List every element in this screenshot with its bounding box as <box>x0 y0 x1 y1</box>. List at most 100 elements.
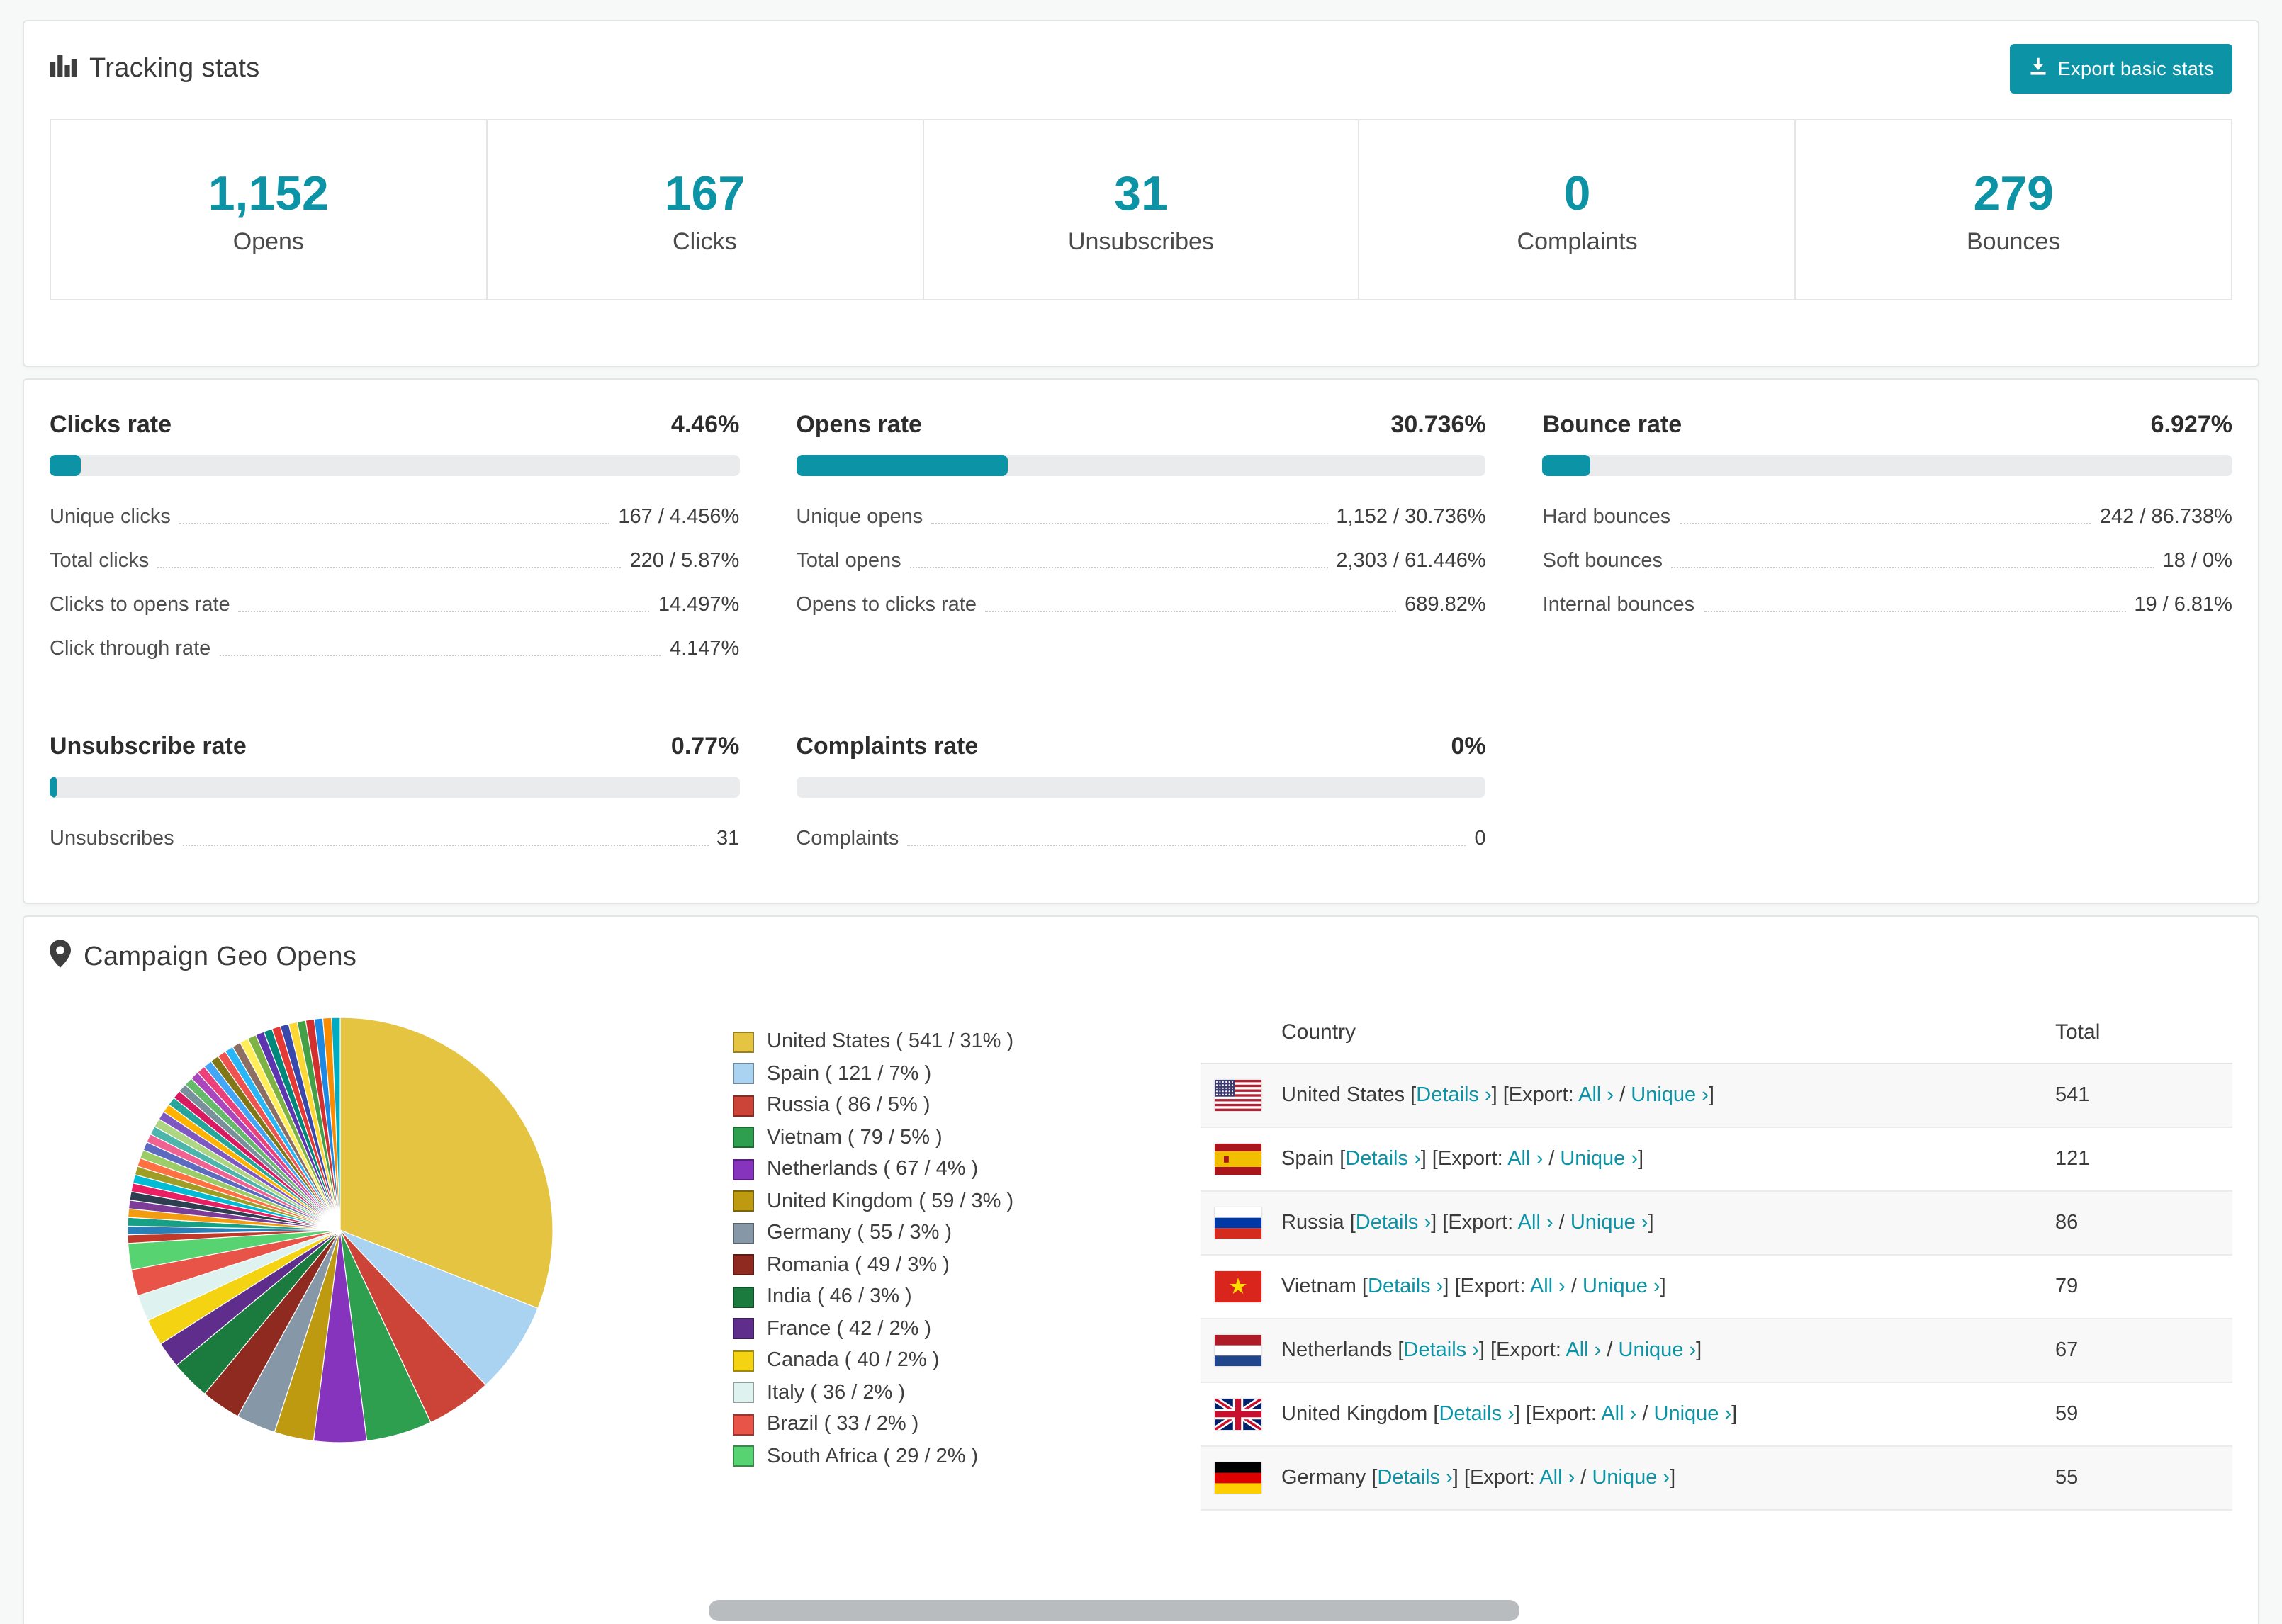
details-link[interactable]: Details › <box>1345 1148 1420 1171</box>
stat-box: 167 Clicks <box>485 119 924 300</box>
rate-percent: 30.736% <box>1390 411 1486 438</box>
legend-swatch <box>733 1254 754 1275</box>
stat-row: Click through rate 4.147% <box>50 626 739 670</box>
rate-panel: Clicks rate 4.46% Unique clicks 167 / 4.… <box>50 411 740 670</box>
stat-value: 279 <box>1973 167 2054 221</box>
stat-row-value: 18 / 0% <box>2162 549 2232 572</box>
dotted-leader <box>238 610 650 611</box>
export-unique-link[interactable]: Unique › <box>1592 1467 1670 1489</box>
legend-label: South Africa ( 29 / 2% ) <box>767 1445 979 1467</box>
legend-label: Canada ( 40 / 2% ) <box>767 1349 940 1372</box>
export-unique-link[interactable]: Unique › <box>1654 1403 1732 1426</box>
dotted-leader <box>984 610 1397 611</box>
legend-label: Italy ( 36 / 2% ) <box>767 1381 906 1404</box>
stat-value: 31 <box>1114 167 1168 221</box>
page: Tracking stats Export basic stats 1,152 … <box>0 0 2282 1624</box>
export-unique-link[interactable]: Unique › <box>1619 1339 1697 1362</box>
legend-item: France ( 42 / 2% ) <box>733 1317 1201 1340</box>
stat-row-label: Soft bounces <box>1542 549 1663 572</box>
export-all-link[interactable]: All › <box>1530 1275 1566 1298</box>
rate-percent: 0% <box>1451 733 1486 760</box>
legend-label: Spain ( 121 / 7% ) <box>767 1062 932 1085</box>
export-all-link[interactable]: All › <box>1518 1212 1553 1234</box>
geo-opens-title: Campaign Geo Opens <box>50 940 356 976</box>
rate-title: Complaints rate <box>796 733 979 760</box>
legend-item: Russia ( 86 / 5% ) <box>733 1094 1201 1117</box>
legend-swatch <box>733 1382 754 1403</box>
table-row: Spain [Details ›] [Export: All › / Uniqu… <box>1201 1128 2232 1192</box>
legend-item: Spain ( 121 / 7% ) <box>733 1062 1201 1085</box>
country-cell: Vietnam [Details ›] [Export: All › / Uni… <box>1281 1275 1666 1298</box>
stat-row-value: 14.497% <box>658 593 740 616</box>
country-name: Vietnam <box>1281 1275 1356 1298</box>
viewport: Tracking stats Export basic stats 1,152 … <box>0 0 2282 1624</box>
geo-table-rows: United States [Details ›] [Export: All ›… <box>1201 1064 2232 1511</box>
details-link[interactable]: Details › <box>1439 1403 1514 1426</box>
export-basic-stats-button[interactable]: Export basic stats <box>2009 44 2232 94</box>
stat-row: Internal bounces 19 / 6.81% <box>1543 582 2232 626</box>
stat-row: Opens to clicks rate 689.82% <box>796 582 1485 626</box>
legend-label: Netherlands ( 67 / 4% ) <box>767 1158 979 1180</box>
export-all-link[interactable]: All › <box>1507 1148 1543 1171</box>
legend-item: Romania ( 49 / 3% ) <box>733 1253 1201 1276</box>
bar-chart-icon <box>50 52 77 85</box>
legend-label: Brazil ( 33 / 2% ) <box>767 1413 919 1436</box>
stat-row-value: 0 <box>1474 827 1486 850</box>
country-column-header: Country <box>1281 1020 1356 1044</box>
export-unique-link[interactable]: Unique › <box>1583 1275 1660 1298</box>
pie-chart-svg <box>127 1017 553 1443</box>
dotted-leader <box>1703 610 2126 611</box>
stat-row-label: Unique opens <box>796 505 923 528</box>
export-all-link[interactable]: All › <box>1578 1084 1614 1107</box>
rate-title: Bounce rate <box>1542 411 1682 438</box>
stat-label: Unsubscribes <box>1067 228 1214 255</box>
stat-row-value: 167 / 4.456% <box>618 505 740 528</box>
export-unique-link[interactable]: Unique › <box>1570 1212 1648 1234</box>
rate-panel: Complaints rate 0% Complaints 0 <box>796 733 1486 860</box>
stat-row: Unique clicks 167 / 4.456% <box>50 495 739 538</box>
horizontal-scrollbar-thumb[interactable] <box>709 1600 1519 1621</box>
details-link[interactable]: Details › <box>1368 1275 1443 1298</box>
geo-body: United States ( 541 / 31% ) Spain ( 121 … <box>24 982 2258 1511</box>
country-cell: United States [Details ›] [Export: All ›… <box>1281 1084 1714 1107</box>
flag-icon-us <box>1215 1080 1261 1111</box>
export-all-link[interactable]: All › <box>1539 1467 1575 1489</box>
stat-value: 167 <box>664 167 746 221</box>
rate-percent: 4.46% <box>670 411 740 438</box>
progress-bar-fill <box>796 455 1008 476</box>
details-link[interactable]: Details › <box>1416 1084 1491 1107</box>
tracking-stats-title: Tracking stats <box>50 52 260 85</box>
legend-swatch <box>733 1445 754 1467</box>
dotted-leader <box>909 566 1328 568</box>
legend-swatch <box>733 1286 754 1307</box>
stat-label: Complaints <box>1517 228 1638 255</box>
stat-row-label: Unsubscribes <box>50 827 174 850</box>
geo-table: Country Total United States [Details ›] … <box>1201 985 2232 1511</box>
country-cell: Germany [Details ›] [Export: All › / Uni… <box>1281 1467 1676 1489</box>
rate-title: Unsubscribe rate <box>50 733 247 760</box>
legend-item: South Africa ( 29 / 2% ) <box>733 1445 1201 1467</box>
export-all-link[interactable]: All › <box>1601 1403 1636 1426</box>
country-total: 541 <box>2055 1084 2090 1107</box>
campaign-geo-opens-card: Campaign Geo Opens United States ( 541 /… <box>23 915 2259 1624</box>
dotted-leader <box>157 566 622 568</box>
country-total: 67 <box>2055 1339 2079 1362</box>
stat-row-value: 242 / 86.738% <box>2099 505 2232 528</box>
details-link[interactable]: Details › <box>1404 1339 1479 1362</box>
table-row: United States [Details ›] [Export: All ›… <box>1201 1064 2232 1128</box>
table-row: Vietnam [Details ›] [Export: All › / Uni… <box>1201 1256 2232 1319</box>
legend-swatch <box>733 1318 754 1339</box>
stat-row-value: 689.82% <box>1405 593 1486 616</box>
export-unique-link[interactable]: Unique › <box>1631 1084 1709 1107</box>
details-link[interactable]: Details › <box>1356 1212 1431 1234</box>
legend-label: Germany ( 55 / 3% ) <box>767 1222 952 1244</box>
legend-label: Vietnam ( 79 / 5% ) <box>767 1126 943 1149</box>
legend-swatch <box>733 1190 754 1212</box>
legend-swatch <box>733 1031 754 1052</box>
country-cell: Netherlands [Details ›] [Export: All › /… <box>1281 1339 1702 1362</box>
export-all-link[interactable]: All › <box>1566 1339 1601 1362</box>
stat-row-label: Internal bounces <box>1542 593 1695 616</box>
details-link[interactable]: Details › <box>1377 1467 1452 1489</box>
export-unique-link[interactable]: Unique › <box>1560 1148 1638 1171</box>
progress-bar <box>50 455 740 476</box>
